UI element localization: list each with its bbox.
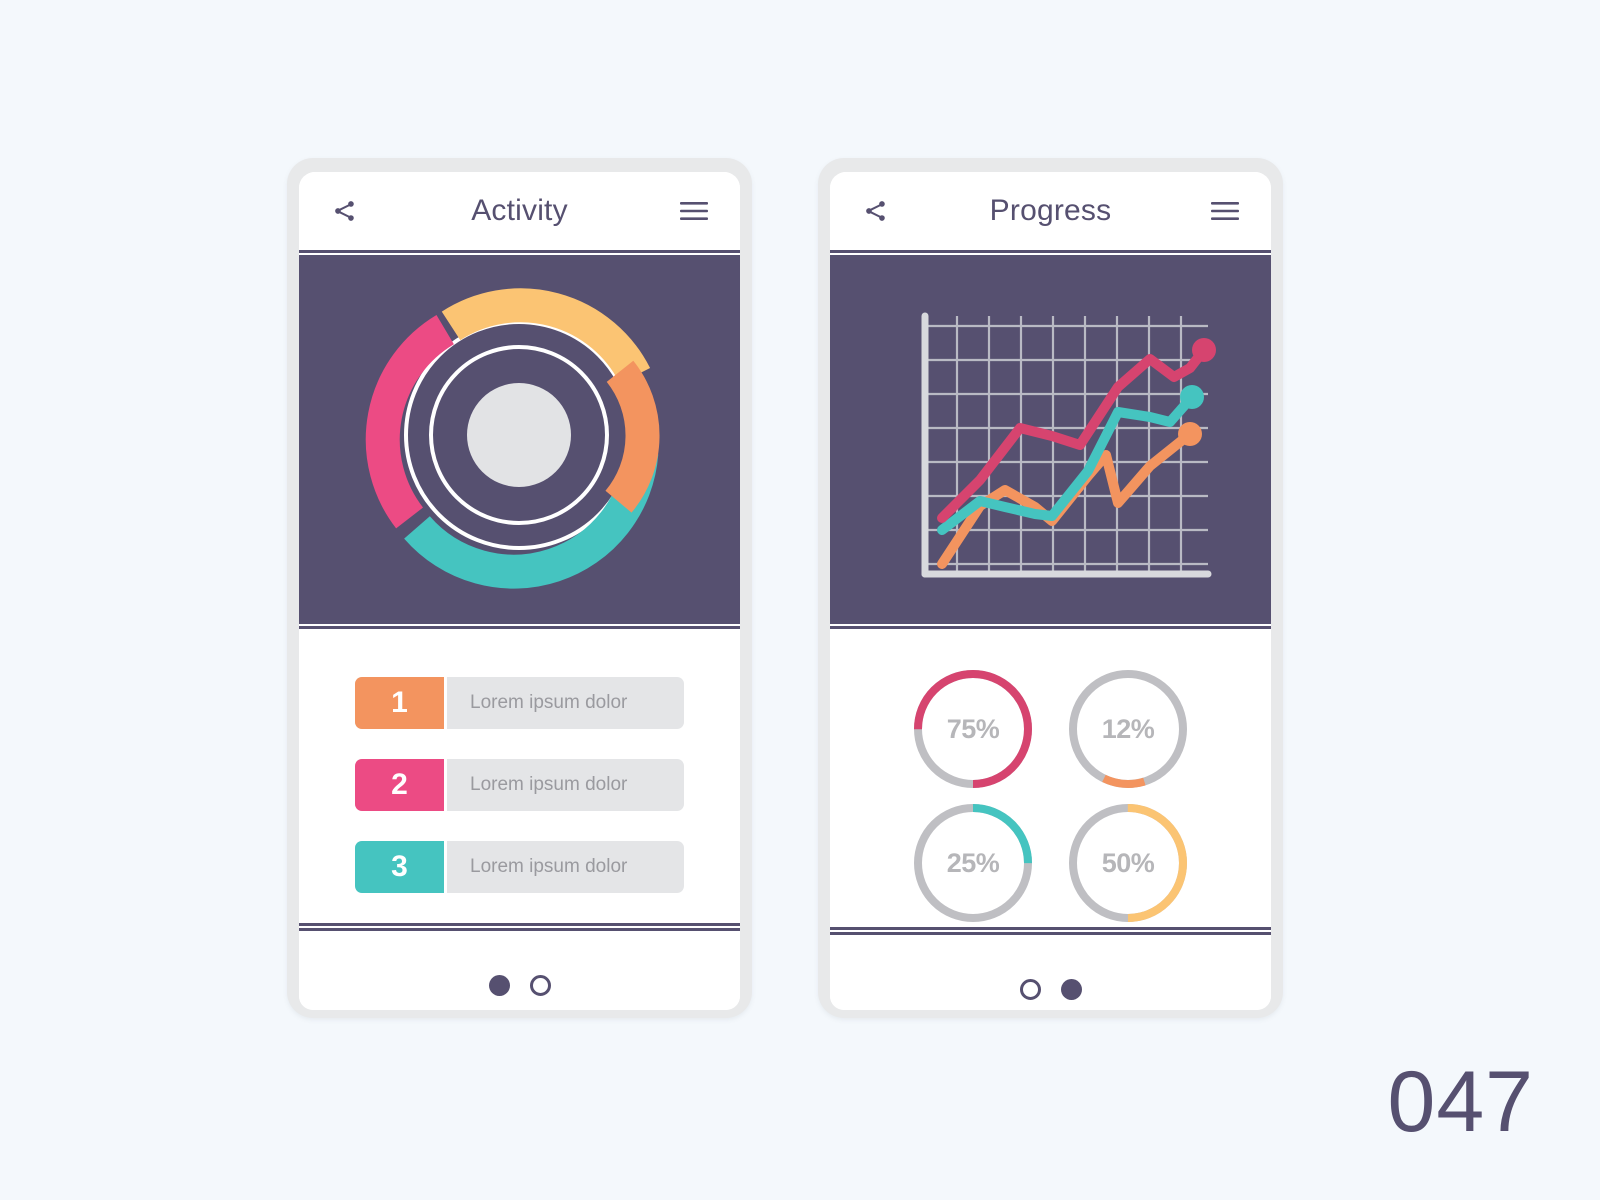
list-item[interactable]: 2 Lorem ipsum dolor bbox=[355, 759, 684, 811]
hamburger-menu-icon[interactable] bbox=[1205, 191, 1245, 231]
phone-frame-activity: Activity 1 Lorem ipsum dolor 2 Lorem ips… bbox=[287, 158, 752, 1018]
line-chart bbox=[830, 258, 1271, 621]
pager-activity bbox=[299, 931, 740, 1010]
share-icon[interactable] bbox=[325, 191, 365, 231]
pager-dot-inactive[interactable] bbox=[1019, 978, 1041, 1000]
screen-progress: Progress 75% 12% 25% 50% bbox=[830, 172, 1271, 1010]
activity-list: 1 Lorem ipsum dolor 2 Lorem ipsum dolor … bbox=[299, 629, 740, 893]
phone-frame-progress: Progress 75% 12% 25% 50% bbox=[818, 158, 1283, 1018]
pager-dot-inactive[interactable] bbox=[529, 974, 551, 996]
page-number: 047 bbox=[1387, 1054, 1534, 1150]
list-item-label: Lorem ipsum dolor bbox=[470, 774, 628, 795]
gauge-50: 50% bbox=[1064, 799, 1192, 927]
topbar-activity: Activity bbox=[299, 172, 740, 250]
list-item-number: 2 bbox=[355, 759, 447, 811]
list-item-label: Lorem ipsum dolor bbox=[470, 856, 628, 877]
pager-dot-active[interactable] bbox=[488, 974, 510, 996]
header-divider bbox=[830, 250, 1271, 258]
content-activity: 1 Lorem ipsum dolor 2 Lorem ipsum dolor … bbox=[299, 629, 740, 923]
gauge-25: 25% bbox=[909, 799, 1037, 927]
list-item[interactable]: 3 Lorem ipsum dolor bbox=[355, 841, 684, 893]
topbar-progress: Progress bbox=[830, 172, 1271, 250]
list-item[interactable]: 1 Lorem ipsum dolor bbox=[355, 677, 684, 729]
share-icon[interactable] bbox=[856, 191, 896, 231]
pager-dot-active[interactable] bbox=[1060, 978, 1082, 1000]
gauge-label: 75% bbox=[946, 713, 1000, 744]
list-item-number: 1 bbox=[355, 677, 447, 729]
gauge-grid: 75% 12% 25% 50% bbox=[896, 629, 1206, 927]
pager-progress bbox=[830, 935, 1271, 1010]
hero-bottom-divider bbox=[830, 621, 1271, 629]
header-divider bbox=[299, 250, 740, 258]
list-item-label: Lorem ipsum dolor bbox=[470, 692, 628, 713]
gauge-label: 25% bbox=[946, 847, 1000, 878]
gauge-label: 12% bbox=[1101, 713, 1155, 744]
list-item-number: 3 bbox=[355, 841, 447, 893]
hamburger-menu-icon[interactable] bbox=[674, 191, 714, 231]
screen-activity: Activity 1 Lorem ipsum dolor 2 Lorem ips… bbox=[299, 172, 740, 1010]
gauge-12: 12% bbox=[1064, 665, 1192, 793]
footer-divider bbox=[830, 927, 1271, 935]
footer-divider bbox=[299, 923, 740, 931]
gauge-label: 50% bbox=[1101, 847, 1155, 878]
content-progress: 75% 12% 25% 50% bbox=[830, 629, 1271, 927]
gauge-75: 75% bbox=[909, 665, 1037, 793]
donut-chart bbox=[299, 258, 740, 621]
hero-bottom-divider bbox=[299, 621, 740, 629]
